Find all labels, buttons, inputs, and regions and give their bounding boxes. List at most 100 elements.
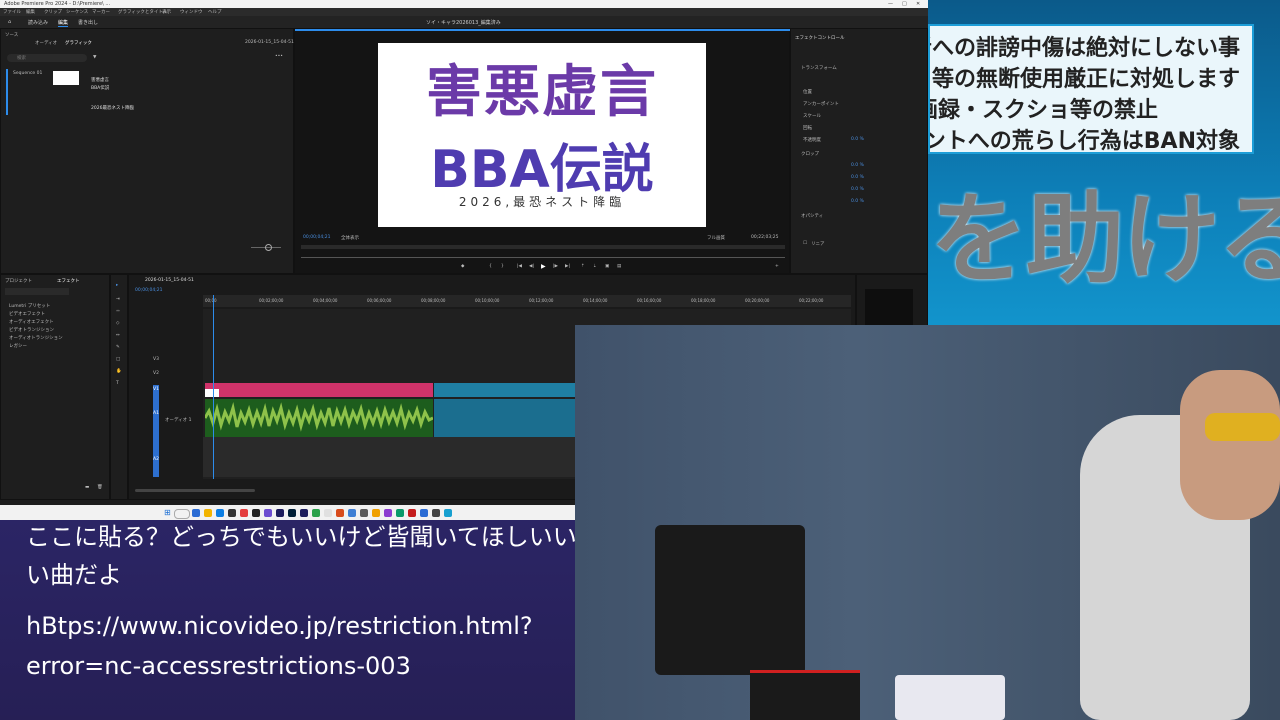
project-tab[interactable]: プロジェクト bbox=[5, 278, 32, 284]
add-button-icon[interactable]: + bbox=[775, 264, 779, 269]
selection-tool-icon[interactable]: ▸ bbox=[116, 283, 118, 288]
search-input[interactable]: 検索 bbox=[7, 54, 87, 62]
effects-search[interactable] bbox=[5, 288, 69, 295]
menu-view[interactable]: 表示 bbox=[162, 9, 171, 15]
timeline-timecode[interactable]: 00;00;04;21 bbox=[135, 288, 162, 293]
photoshop-icon[interactable] bbox=[288, 509, 296, 517]
taskbar-app-icon[interactable] bbox=[192, 509, 200, 517]
ripple-edit-icon[interactable]: ⇿ bbox=[116, 309, 120, 314]
app-icon-e[interactable] bbox=[384, 509, 392, 517]
folder-item-5[interactable]: オーディオトランジション bbox=[9, 335, 63, 341]
app-icon-i[interactable] bbox=[432, 509, 440, 517]
lift-icon[interactable]: ⇡ bbox=[581, 264, 585, 269]
section-crop[interactable]: クロップ bbox=[801, 151, 819, 157]
more-icon[interactable]: ••• bbox=[275, 54, 283, 59]
folder-icon[interactable] bbox=[204, 509, 212, 517]
edge-icon[interactable] bbox=[216, 509, 224, 517]
premiere-icon[interactable] bbox=[276, 509, 284, 517]
menu-window[interactable]: ウィンドウ bbox=[180, 9, 203, 15]
home-icon[interactable]: ⌂ bbox=[8, 19, 11, 25]
item-title[interactable]: Sequence 01 bbox=[13, 71, 42, 76]
mark-in-icon[interactable]: { bbox=[489, 264, 492, 269]
linear-checkbox[interactable]: ☐ bbox=[803, 241, 807, 246]
tab-export[interactable]: 書き出し bbox=[78, 19, 98, 26]
tab-import[interactable]: 読み込み bbox=[28, 19, 48, 26]
taskbar-search[interactable] bbox=[174, 509, 190, 519]
playhead[interactable] bbox=[213, 295, 214, 479]
go-to-out-icon[interactable]: ▶| bbox=[565, 264, 570, 269]
step-forward-icon[interactable]: |▶ bbox=[553, 264, 558, 269]
track-v2[interactable]: V2 bbox=[153, 371, 159, 376]
app-icon-f[interactable] bbox=[396, 509, 404, 517]
hand-icon[interactable]: ✋ bbox=[116, 369, 122, 374]
after-effects-icon[interactable] bbox=[300, 509, 308, 517]
folder-item-6[interactable]: レガシー bbox=[9, 343, 27, 349]
track-v1[interactable]: V1 bbox=[153, 387, 159, 392]
type-tool-icon[interactable]: T bbox=[116, 381, 119, 386]
notepad-icon[interactable] bbox=[324, 509, 332, 517]
export-frame-icon[interactable]: ▣ bbox=[605, 264, 609, 269]
menu-file[interactable]: ファイル bbox=[3, 9, 21, 15]
marker-icon[interactable]: ◆ bbox=[461, 264, 464, 269]
timeline-zoom-scrollbar[interactable] bbox=[135, 489, 255, 492]
go-to-in-icon[interactable]: |◀ bbox=[517, 264, 522, 269]
delete-icon[interactable]: 🗑 bbox=[97, 485, 103, 490]
source-tab[interactable]: ソース bbox=[5, 32, 18, 38]
effects-tab[interactable]: エフェクト bbox=[57, 278, 80, 284]
folder-item-4[interactable]: ビデオトランジション bbox=[9, 327, 54, 333]
section-transform[interactable]: トランスフォーム bbox=[801, 65, 837, 71]
program-timecode[interactable]: 00;00;04;21 bbox=[303, 235, 330, 240]
maximize-icon[interactable]: □ bbox=[902, 1, 907, 7]
program-scrubber[interactable] bbox=[301, 245, 785, 249]
folder-item-1[interactable]: Lumetri プリセット bbox=[9, 303, 50, 309]
folder-item-3[interactable]: オーディオエフェクト bbox=[9, 319, 54, 325]
video-clip-title[interactable] bbox=[205, 383, 433, 397]
value-opacity[interactable]: 0.0 % bbox=[851, 137, 864, 142]
menu-clip[interactable]: クリップ bbox=[44, 9, 62, 15]
app-icon-j[interactable] bbox=[444, 509, 452, 517]
item-thumbnail[interactable] bbox=[53, 71, 79, 85]
obs-icon[interactable] bbox=[252, 509, 260, 517]
filter-icon[interactable]: ▼ bbox=[93, 55, 96, 60]
comparison-icon[interactable]: ▤ bbox=[617, 264, 621, 269]
tab-edit[interactable]: 編集 bbox=[58, 19, 69, 27]
razor-icon[interactable]: ◇ bbox=[116, 321, 119, 326]
new-bin-icon[interactable]: ▬ bbox=[85, 485, 89, 490]
menu-marker[interactable]: マーカー bbox=[92, 9, 110, 15]
crop-value-2[interactable]: 0.0 % bbox=[851, 175, 864, 180]
audio-clip-1[interactable] bbox=[205, 399, 433, 437]
track-a2[interactable]: A2 bbox=[153, 457, 159, 462]
extract-icon[interactable]: ⇣ bbox=[593, 264, 597, 269]
step-back-icon[interactable]: ◀| bbox=[529, 264, 534, 269]
audio-tab[interactable]: オーディオ bbox=[35, 40, 57, 46]
sequence-tab[interactable]: 2026-01-15_15-04-51 bbox=[145, 278, 194, 283]
rectangle-icon[interactable]: □ bbox=[116, 357, 120, 362]
minimize-icon[interactable]: — bbox=[888, 1, 893, 7]
menu-graphics[interactable]: グラフィックとタイトル bbox=[118, 9, 167, 15]
slip-icon[interactable]: ↔ bbox=[116, 333, 120, 338]
track-v3[interactable]: V3 bbox=[153, 357, 159, 362]
chrome-icon[interactable] bbox=[240, 509, 248, 517]
crop-value-4[interactable]: 0.0 % bbox=[851, 199, 864, 204]
app-icon-b[interactable] bbox=[348, 509, 356, 517]
effect-controls-header[interactable]: エフェクトコントロール bbox=[795, 35, 845, 41]
menu-sequence[interactable]: シーケンス bbox=[66, 9, 88, 15]
app-icon-g[interactable] bbox=[408, 509, 416, 517]
mark-out-icon[interactable]: } bbox=[501, 264, 504, 269]
app-icon-h[interactable] bbox=[420, 509, 428, 517]
app-icon-d[interactable] bbox=[372, 509, 380, 517]
timeline-ruler[interactable]: 00;00 00;02;00;00 00;04;00;00 00;06;00;0… bbox=[203, 295, 851, 307]
discord-icon[interactable] bbox=[264, 509, 272, 517]
menu-help[interactable]: ヘルプ bbox=[208, 9, 222, 15]
program-zoom-bar[interactable] bbox=[301, 257, 785, 258]
line-icon[interactable] bbox=[312, 509, 320, 517]
pen-icon[interactable]: ✎ bbox=[116, 345, 120, 350]
start-icon[interactable]: ⊞ bbox=[164, 508, 172, 517]
app-icon-c[interactable] bbox=[360, 509, 368, 517]
play-icon[interactable]: ▶ bbox=[541, 263, 546, 270]
track-a1[interactable]: A1 bbox=[153, 411, 159, 416]
track-target-indicator[interactable] bbox=[153, 385, 159, 477]
track-select-icon[interactable]: ⇥ bbox=[116, 297, 120, 302]
graphics-tab[interactable]: グラフィック bbox=[65, 40, 92, 46]
folder-item-2[interactable]: ビデオエフェクト bbox=[9, 311, 45, 317]
